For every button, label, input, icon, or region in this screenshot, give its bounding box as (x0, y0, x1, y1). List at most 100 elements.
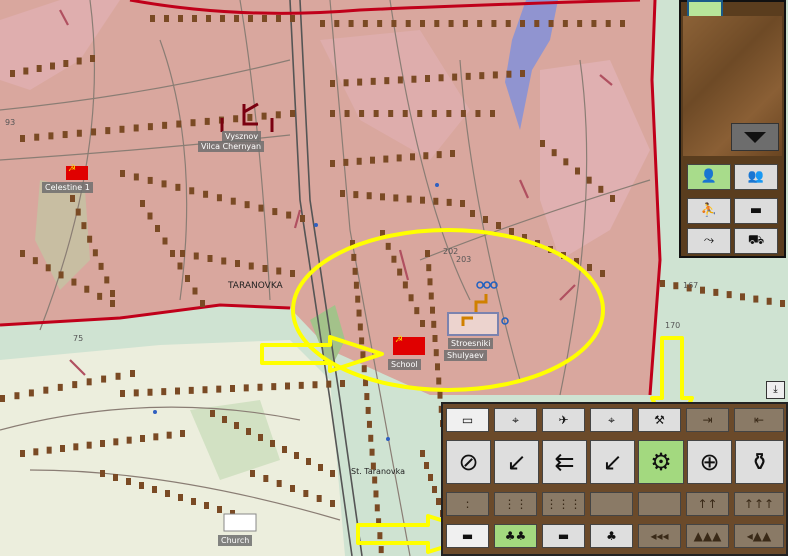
shovel-button[interactable]: ⚒ (638, 408, 681, 432)
building (366, 420, 372, 428)
wedge-button[interactable]: ▲▲▲ (686, 524, 729, 548)
building (14, 392, 20, 400)
building (261, 112, 267, 120)
formation-button[interactable]: ⋮⋮ (494, 492, 537, 516)
building (365, 406, 371, 414)
building (216, 385, 222, 393)
forest-selected-button[interactable]: ♣♣ (494, 524, 537, 548)
formation-button[interactable]: ⋮⋮⋮ (542, 492, 585, 516)
soviet-flag-celestine[interactable] (66, 164, 88, 180)
building (100, 470, 105, 477)
building (460, 200, 465, 207)
building (563, 158, 569, 166)
building (234, 422, 239, 429)
building (391, 20, 397, 27)
building (303, 490, 309, 497)
infantry-group-button[interactable]: ⛹ (687, 198, 731, 224)
building (97, 292, 103, 300)
building (452, 73, 458, 81)
crawling-soldier-button[interactable]: ⤳ (687, 228, 731, 254)
building (176, 120, 182, 128)
attack-target-button[interactable]: ⊕ (687, 440, 732, 484)
building (32, 257, 38, 265)
elevation-label: 75 (73, 334, 84, 343)
building (90, 55, 95, 62)
single-soldier-button[interactable]: 👤 (687, 164, 731, 190)
building (271, 383, 277, 391)
download-icon[interactable]: ⤓ (766, 381, 785, 399)
building (432, 335, 438, 342)
target-aircraft-button[interactable]: ✈ (542, 408, 585, 432)
list-button[interactable]: ▬ (446, 524, 489, 548)
place-label-stroesniki: Stroesniki (448, 338, 494, 349)
building (377, 532, 383, 540)
formation-button[interactable]: : (446, 492, 489, 516)
scroll-down-button[interactable] (731, 123, 779, 151)
building (86, 441, 92, 449)
fast-move-button[interactable]: ⇇ (542, 440, 587, 484)
building (548, 20, 554, 27)
retreat-button[interactable]: ↙ (494, 440, 539, 484)
orders-panel: ▭ ⌖ ✈ ⌖ ⚒ ⇥ ⇤ ⊘ ↙ ⇇ ↙ ⚙ ⊕ ⚱ : ⋮⋮ ⋮⋮⋮ ↑↑ … (441, 402, 788, 556)
building (204, 117, 210, 125)
building (43, 386, 49, 394)
building (73, 443, 79, 451)
forest-group-button[interactable]: ♣ (590, 524, 633, 548)
building (330, 160, 335, 167)
building (425, 250, 430, 257)
enter-button[interactable]: ⇥ (686, 408, 729, 432)
deploy-gear-button[interactable]: ⚙ (638, 440, 684, 484)
sneak-button[interactable]: ↙ (590, 440, 635, 484)
shell-button[interactable]: ⚱ (735, 440, 784, 484)
building (411, 75, 417, 83)
building (435, 363, 440, 371)
building (438, 74, 444, 82)
building (120, 390, 125, 397)
building (330, 80, 335, 87)
building (140, 435, 145, 442)
building (86, 378, 92, 386)
formation-button[interactable]: ↑↑↑ (734, 492, 784, 516)
stop-button[interactable]: ⊘ (446, 440, 491, 484)
ammo-button[interactable]: ▭ (446, 408, 489, 432)
formation-button[interactable] (638, 492, 681, 516)
building (207, 255, 213, 262)
building (505, 20, 511, 27)
building (192, 15, 197, 22)
building (33, 448, 39, 456)
building (417, 110, 423, 117)
echelon-button[interactable]: ◂▲▲ (734, 524, 784, 548)
building (75, 208, 81, 216)
building (152, 486, 157, 493)
building (28, 389, 34, 397)
truck-button[interactable]: ⛟ (734, 228, 778, 254)
building (436, 377, 442, 385)
building (312, 381, 318, 389)
tank-button[interactable]: ▬ (734, 198, 778, 224)
building (534, 20, 540, 27)
squad-button[interactable]: 👥 (734, 164, 778, 190)
exit-button[interactable]: ⇤ (734, 408, 784, 432)
forest-group-icon: ♣ (606, 529, 617, 543)
building (230, 385, 235, 392)
building (206, 15, 211, 22)
building (115, 372, 121, 380)
building (477, 20, 483, 27)
building (133, 124, 139, 132)
target-infantry-button[interactable]: ⌖ (494, 408, 537, 432)
building (353, 281, 359, 289)
building (378, 546, 384, 554)
building (600, 270, 605, 277)
building (660, 280, 665, 287)
tank-group-button[interactable]: ▬ (542, 524, 585, 548)
building (357, 78, 363, 86)
building (235, 260, 240, 267)
building (104, 276, 110, 284)
target-vehicle-button[interactable]: ⌖ (590, 408, 633, 432)
formation-button[interactable]: ↑↑ (686, 492, 729, 516)
soviet-flag-school[interactable] (393, 335, 425, 355)
move-left-button[interactable]: ◂◂◂ (638, 524, 681, 548)
building (383, 155, 389, 163)
building (437, 391, 443, 399)
formation-button[interactable] (590, 492, 633, 516)
